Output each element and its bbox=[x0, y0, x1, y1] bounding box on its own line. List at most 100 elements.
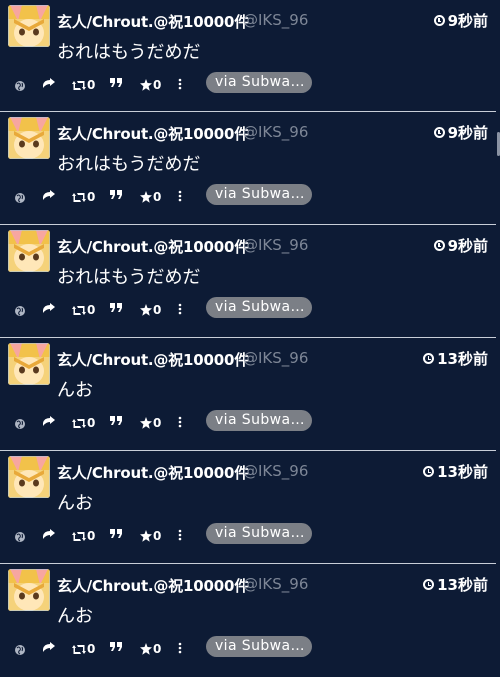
favorite-button[interactable]: 0 bbox=[140, 190, 161, 204]
screen-name[interactable]: @IKS_96 bbox=[243, 349, 308, 367]
reply-icon bbox=[43, 78, 55, 88]
globe-icon[interactable] bbox=[14, 418, 26, 430]
via-badge[interactable]: via Subwa… bbox=[206, 297, 312, 318]
tweet-item[interactable]: 玄人/Chrout.@祝10000件 @IKS_96 13秒前 んお 0 0 v… bbox=[0, 564, 500, 677]
tweet-actions: 0 0 via Subwa… bbox=[0, 297, 500, 325]
timestamp[interactable]: 9秒前 bbox=[433, 10, 488, 31]
user-name[interactable]: 玄人/Chrout.@祝10000件 bbox=[57, 349, 249, 370]
tweet-item[interactable]: 玄人/Chrout.@祝10000件 @IKS_96 9秒前 おれはもうだめだ … bbox=[0, 112, 500, 225]
favorite-count: 0 bbox=[153, 190, 162, 204]
favorite-button[interactable]: 0 bbox=[140, 303, 161, 317]
timestamp[interactable]: 13秒前 bbox=[423, 574, 488, 595]
user-name[interactable]: 玄人/Chrout.@祝10000件 bbox=[57, 575, 249, 596]
avatar[interactable] bbox=[8, 117, 50, 159]
screen-name[interactable]: @IKS_96 bbox=[243, 123, 308, 141]
reply-icon bbox=[43, 529, 55, 539]
retweet-button[interactable]: 0 bbox=[72, 190, 95, 204]
avatar-image bbox=[8, 569, 50, 611]
quote-button[interactable] bbox=[110, 78, 122, 88]
reply-button[interactable] bbox=[42, 78, 56, 90]
tweet-item[interactable]: 玄人/Chrout.@祝10000件 @IKS_96 9秒前 おれはもうだめだ … bbox=[0, 225, 500, 338]
avatar-image bbox=[8, 456, 50, 498]
tweet-item[interactable]: 玄人/Chrout.@祝10000件 @IKS_96 13秒前 んお 0 0 v… bbox=[0, 451, 500, 564]
more-button[interactable] bbox=[178, 303, 182, 315]
tweet-item[interactable]: 玄人/Chrout.@祝10000件 @IKS_96 9秒前 おれはもうだめだ … bbox=[0, 0, 500, 112]
retweet-icon bbox=[72, 192, 86, 202]
reply-button[interactable] bbox=[42, 416, 56, 428]
more-button[interactable] bbox=[178, 529, 182, 541]
clock-icon bbox=[433, 127, 445, 138]
retweet-count: 0 bbox=[87, 529, 96, 543]
user-name[interactable]: 玄人/Chrout.@祝10000件 bbox=[57, 236, 249, 257]
reply-button[interactable] bbox=[42, 529, 56, 541]
avatar[interactable] bbox=[8, 456, 50, 498]
globe-icon[interactable] bbox=[14, 305, 26, 317]
quote-icon bbox=[110, 529, 122, 538]
user-name[interactable]: 玄人/Chrout.@祝10000件 bbox=[57, 11, 249, 32]
star-icon bbox=[140, 643, 152, 655]
scrollbar[interactable] bbox=[496, 0, 500, 677]
user-name[interactable]: 玄人/Chrout.@祝10000件 bbox=[57, 123, 249, 144]
via-badge[interactable]: via Subwa… bbox=[206, 184, 312, 205]
avatar[interactable] bbox=[8, 230, 50, 272]
quote-button[interactable] bbox=[110, 416, 122, 426]
favorite-count: 0 bbox=[153, 416, 162, 430]
retweet-button[interactable]: 0 bbox=[72, 416, 95, 430]
reply-icon bbox=[43, 642, 55, 652]
time-label: 13秒前 bbox=[437, 463, 488, 481]
favorite-count: 0 bbox=[153, 303, 162, 317]
reply-button[interactable] bbox=[42, 642, 56, 654]
more-button[interactable] bbox=[178, 416, 182, 428]
quote-button[interactable] bbox=[110, 529, 122, 539]
reply-icon bbox=[43, 190, 55, 200]
tweet-item[interactable]: 玄人/Chrout.@祝10000件 @IKS_96 13秒前 んお 0 0 v… bbox=[0, 338, 500, 451]
timestamp[interactable]: 9秒前 bbox=[433, 122, 488, 143]
favorite-button[interactable]: 0 bbox=[140, 529, 161, 543]
quote-button[interactable] bbox=[110, 303, 122, 313]
globe-icon[interactable] bbox=[14, 644, 26, 656]
favorite-button[interactable]: 0 bbox=[140, 416, 161, 430]
timestamp[interactable]: 13秒前 bbox=[423, 461, 488, 482]
retweet-count: 0 bbox=[87, 190, 96, 204]
via-badge[interactable]: via Subwa… bbox=[206, 410, 312, 431]
time-label: 13秒前 bbox=[437, 350, 488, 368]
screen-name[interactable]: @IKS_96 bbox=[243, 575, 308, 593]
retweet-button[interactable]: 0 bbox=[72, 78, 95, 92]
avatar[interactable] bbox=[8, 569, 50, 611]
timestamp[interactable]: 9秒前 bbox=[433, 235, 488, 256]
via-badge[interactable]: via Subwa… bbox=[206, 636, 312, 657]
favorite-button[interactable]: 0 bbox=[140, 642, 161, 656]
avatar-image bbox=[8, 230, 50, 272]
quote-button[interactable] bbox=[110, 190, 122, 200]
reply-icon bbox=[43, 303, 55, 313]
globe-icon[interactable] bbox=[14, 80, 26, 92]
screen-name[interactable]: @IKS_96 bbox=[243, 462, 308, 480]
via-badge[interactable]: via Subwa… bbox=[206, 523, 312, 544]
avatar[interactable] bbox=[8, 343, 50, 385]
user-name[interactable]: 玄人/Chrout.@祝10000件 bbox=[57, 462, 249, 483]
tweet-actions: 0 0 via Subwa… bbox=[0, 184, 500, 212]
retweet-button[interactable]: 0 bbox=[72, 303, 95, 317]
favorite-button[interactable]: 0 bbox=[140, 78, 161, 92]
more-button[interactable] bbox=[178, 190, 182, 202]
more-button[interactable] bbox=[178, 642, 182, 654]
tweet-text: おれはもうだめだ bbox=[57, 267, 201, 288]
star-icon bbox=[140, 191, 152, 203]
retweet-button[interactable]: 0 bbox=[72, 529, 95, 543]
clock-icon bbox=[423, 466, 435, 477]
retweet-button[interactable]: 0 bbox=[72, 642, 95, 656]
avatar[interactable] bbox=[8, 5, 50, 47]
more-button[interactable] bbox=[178, 78, 182, 90]
quote-button[interactable] bbox=[110, 642, 122, 652]
via-badge[interactable]: via Subwa… bbox=[206, 72, 312, 93]
retweet-icon bbox=[72, 531, 86, 541]
reply-button[interactable] bbox=[42, 190, 56, 202]
globe-icon[interactable] bbox=[14, 531, 26, 543]
globe-icon[interactable] bbox=[14, 192, 26, 204]
reply-button[interactable] bbox=[42, 303, 56, 315]
screen-name[interactable]: @IKS_96 bbox=[243, 11, 308, 29]
avatar-image bbox=[8, 343, 50, 385]
screen-name[interactable]: @IKS_96 bbox=[243, 236, 308, 254]
clock-icon bbox=[423, 579, 435, 590]
timestamp[interactable]: 13秒前 bbox=[423, 348, 488, 369]
